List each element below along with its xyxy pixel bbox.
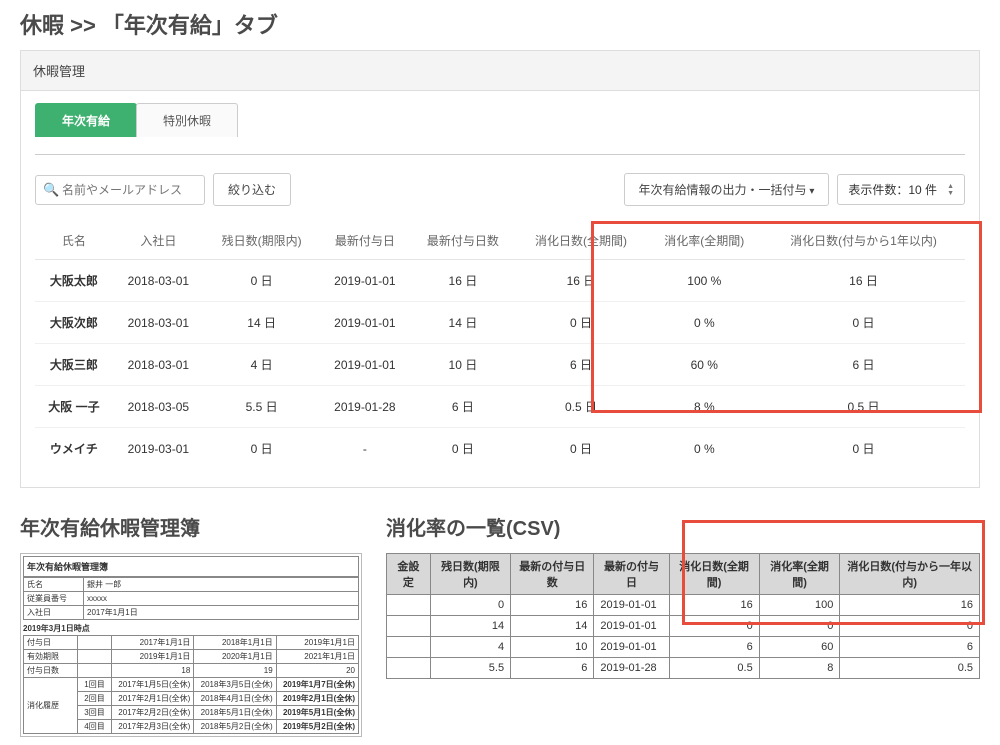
table-row[interactable]: 大阪三郎2018-03-014 日2019-01-0110 日6 日60 %6 … [35,344,965,386]
search-input[interactable] [35,175,205,205]
tab-special-leave[interactable]: 特別休暇 [136,103,238,137]
leave-panel: 休暇管理 年次有給 特別休暇 🔍 絞り込む 年次有給情報の出力・一括付与 [20,50,980,488]
csv-row: 14142019-01-01000 [387,616,980,637]
page-size-select[interactable]: 表示件数：10 件 ▲▼ [837,174,965,205]
tabs: 年次有給 特別休暇 [35,103,965,137]
table-col: 最新付与日数 [410,222,515,260]
tab-annual-leave[interactable]: 年次有給 [35,103,137,137]
table-col: 氏名 [35,222,113,260]
ledger-doc-title: 年次有給休暇管理簿 [23,556,359,577]
csv-title: 消化率の一覧(CSV) [386,512,980,541]
table-row[interactable]: 大阪太郎2018-03-010 日2019-01-0116 日16 日100 %… [35,260,965,302]
toolbar: 🔍 絞り込む 年次有給情報の出力・一括付与 表示件数：10 件 ▲▼ [35,173,965,206]
leave-table: 氏名入社日残日数(期限内)最新付与日最新付与日数消化日数(全期間)消化率(全期間… [35,222,965,469]
table-row[interactable]: 大阪次郎2018-03-0114 日2019-01-0114 日0 日0 %0 … [35,302,965,344]
ledger-title: 年次有給休暇管理簿 [20,512,362,541]
table-header: 氏名入社日残日数(期限内)最新付与日最新付与日数消化日数(全期間)消化率(全期間… [35,222,965,260]
table-col: 最新付与日 [319,222,410,260]
search-icon: 🔍 [43,182,59,198]
filter-button[interactable]: 絞り込む [213,173,291,206]
csv-row: 5.562019-01-280.580.5 [387,658,980,679]
csv-row: 4102019-01-016606 [387,637,980,658]
panel-header: 休暇管理 [21,51,979,91]
csv-table: 金設定残日数(期限内)最新の付与日数最新の付与日消化日数(全期間)消化率(全期間… [386,553,980,679]
table-col: 消化率(全期間) [647,222,762,260]
table-col: 残日数(期限内) [204,222,319,260]
table-col: 消化日数(付与から1年以内) [762,222,965,260]
page-title: 休暇 >> 「年次有給」タブ [20,8,980,40]
table-col: 入社日 [113,222,204,260]
ledger-document: 年次有給休暇管理簿 氏名銀井 一郎 従業員番号xxxxx 入社日2017年1月1… [20,553,362,737]
page-size-label: 表示件数：10 件 [848,181,937,198]
stepper-icon: ▲▼ [947,183,954,197]
table-row[interactable]: ウメイチ2019-03-010 日-0 日0 日0 %0 日 [35,428,965,470]
table-row[interactable]: 大阪 一子2018-03-055.5 日2019-01-286 日0.5 日8 … [35,386,965,428]
table-col: 消化日数(全期間) [515,222,646,260]
tab-underline [35,154,965,155]
csv-row: 0162019-01-011610016 [387,595,980,616]
export-dropdown[interactable]: 年次有給情報の出力・一括付与 [624,173,830,206]
